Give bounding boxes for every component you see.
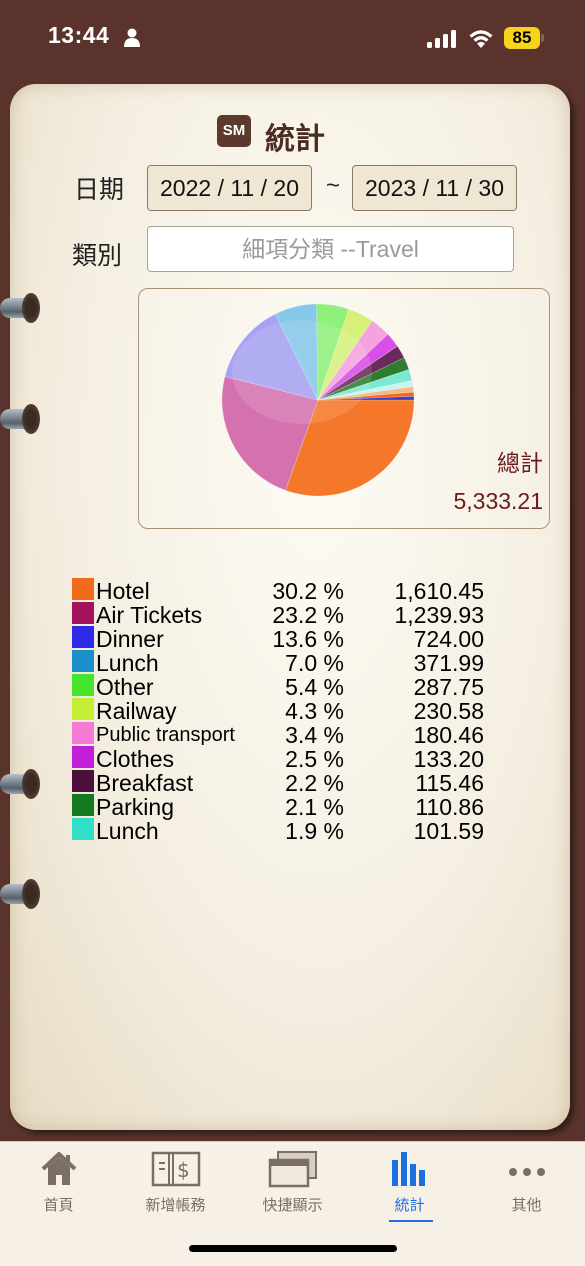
legend-row: Other 5.4 % 287.75 xyxy=(72,674,502,700)
legend-amount: 110.86 xyxy=(415,794,484,820)
legend-swatch xyxy=(72,746,94,768)
legend-amount: 115.46 xyxy=(415,770,484,796)
legend-amount: 724.00 xyxy=(413,626,484,652)
legend-swatch xyxy=(72,650,94,672)
tab-home[interactable]: 首頁 xyxy=(0,1150,117,1220)
binder-ring xyxy=(0,877,40,911)
legend-amount: 371.99 xyxy=(413,650,484,676)
legend-category: Clothes xyxy=(96,746,174,772)
legend-percent: 4.3 % xyxy=(285,698,344,724)
tab-more[interactable]: 其他 xyxy=(468,1150,585,1220)
tab-add-entry[interactable]: $ 新增帳務 xyxy=(117,1150,234,1220)
legend-category: Other xyxy=(96,674,154,700)
end-date-field[interactable]: 2023 / 11 / 30 xyxy=(352,165,517,211)
legend-row: Lunch 1.9 % 101.59 xyxy=(72,818,502,844)
binder-ring xyxy=(0,402,40,436)
legend-amount: 1,239.93 xyxy=(394,602,484,628)
pie-highlight xyxy=(232,320,372,424)
legend-category: Dinner xyxy=(96,626,164,652)
legend-amount: 230.58 xyxy=(413,698,484,724)
legend-category: Lunch xyxy=(96,818,159,844)
wifi-icon xyxy=(469,30,493,48)
status-time: 13:44 xyxy=(48,22,110,48)
active-tab-indicator xyxy=(389,1220,433,1222)
quick-view-icon xyxy=(268,1151,317,1188)
legend-swatch xyxy=(72,818,94,840)
battery-level: 85 xyxy=(504,27,540,49)
pie-chart xyxy=(221,303,415,497)
legend-category: Public transport xyxy=(96,724,235,746)
category-selector[interactable]: 細項分類 --Travel xyxy=(147,226,514,272)
legend-row: Parking 2.1 % 110.86 xyxy=(72,794,502,820)
category-label: 類別 xyxy=(72,242,123,270)
stats-icon xyxy=(391,1152,425,1186)
legend-swatch xyxy=(72,578,94,600)
legend-percent: 2.5 % xyxy=(285,746,344,772)
legend-swatch xyxy=(72,770,94,792)
start-date-field[interactable]: 2022 / 11 / 20 xyxy=(147,165,312,211)
legend-row: Hotel 30.2 % 1,610.45 xyxy=(72,578,502,604)
legend-percent: 2.1 % xyxy=(285,794,344,820)
binder-ring xyxy=(0,767,40,801)
home-icon xyxy=(41,1152,76,1185)
home-indicator xyxy=(189,1245,397,1252)
legend-category: Lunch xyxy=(96,650,159,676)
legend-swatch xyxy=(72,698,94,720)
legend-category: Hotel xyxy=(96,578,150,604)
tab-label: 其他 xyxy=(511,1197,542,1214)
legend-amount: 1,610.45 xyxy=(394,578,484,604)
legend-row: Clothes 2.5 % 133.20 xyxy=(72,746,502,772)
legend-swatch xyxy=(72,626,94,648)
legend-row: Railway 4.3 % 230.58 xyxy=(72,698,502,724)
legend-percent: 7.0 % xyxy=(285,650,344,676)
legend-swatch xyxy=(72,794,94,816)
person-icon xyxy=(124,28,140,47)
cellular-signal-icon xyxy=(427,30,456,48)
legend-category: Breakfast xyxy=(96,770,194,796)
tab-label: 新增帳務 xyxy=(145,1197,206,1214)
legend-percent: 1.9 % xyxy=(285,818,344,844)
battery-indicator: 85 xyxy=(504,27,544,49)
legend-percent: 5.4 % xyxy=(285,674,344,700)
more-icon xyxy=(508,1168,545,1176)
legend-swatch xyxy=(72,602,94,624)
date-range-separator: ~ xyxy=(326,172,341,199)
legend-row: Lunch 7.0 % 371.99 xyxy=(72,650,502,676)
legend-amount: 133.20 xyxy=(413,746,484,772)
battery-tip xyxy=(541,34,544,42)
total-value: 5,333.21 xyxy=(453,488,543,514)
legend-percent: 2.2 % xyxy=(285,770,344,796)
legend-swatch xyxy=(72,674,94,696)
tab-label: 首頁 xyxy=(43,1197,74,1214)
legend-category: Parking xyxy=(96,794,174,820)
legend-category: Air Tickets xyxy=(96,602,203,628)
tab-statistics[interactable]: 統計 xyxy=(351,1150,468,1222)
legend-row: Breakfast 2.2 % 115.46 xyxy=(72,770,502,796)
legend-percent: 23.2 % xyxy=(272,602,344,628)
tab-label: 統計 xyxy=(394,1197,425,1214)
legend-percent: 13.6 % xyxy=(272,626,344,652)
page-title: 統計 xyxy=(265,123,325,156)
binder-ring xyxy=(0,291,40,325)
legend-category: Railway xyxy=(96,698,177,724)
legend-amount: 101.59 xyxy=(413,818,484,844)
date-label: 日期 xyxy=(74,176,125,204)
svg-text:$: $ xyxy=(177,1158,190,1182)
legend-amount: 180.46 xyxy=(413,722,484,748)
app-logo-icon: SM xyxy=(217,115,251,147)
legend-row: Public transport 3.4 % 180.46 xyxy=(72,722,502,748)
legend-swatch xyxy=(72,722,94,744)
legend-percent: 3.4 % xyxy=(285,722,344,748)
add-entry-icon: $ xyxy=(151,1151,200,1187)
tab-quick-view[interactable]: 快捷顯示 xyxy=(234,1150,351,1220)
legend-amount: 287.75 xyxy=(413,674,484,700)
tab-label: 快捷顯示 xyxy=(262,1197,323,1214)
legend-table: Hotel 30.2 % 1,610.45 Air Tickets 23.2 % 1,23… xyxy=(72,578,502,844)
legend-row: Air Tickets 23.2 % 1,239.93 xyxy=(72,602,502,628)
total-label: 總計 xyxy=(497,450,543,476)
legend-percent: 30.2 % xyxy=(272,578,344,604)
status-bar: 13:44 85 xyxy=(0,0,585,78)
legend-row: Dinner 13.6 % 724.00 xyxy=(72,626,502,652)
